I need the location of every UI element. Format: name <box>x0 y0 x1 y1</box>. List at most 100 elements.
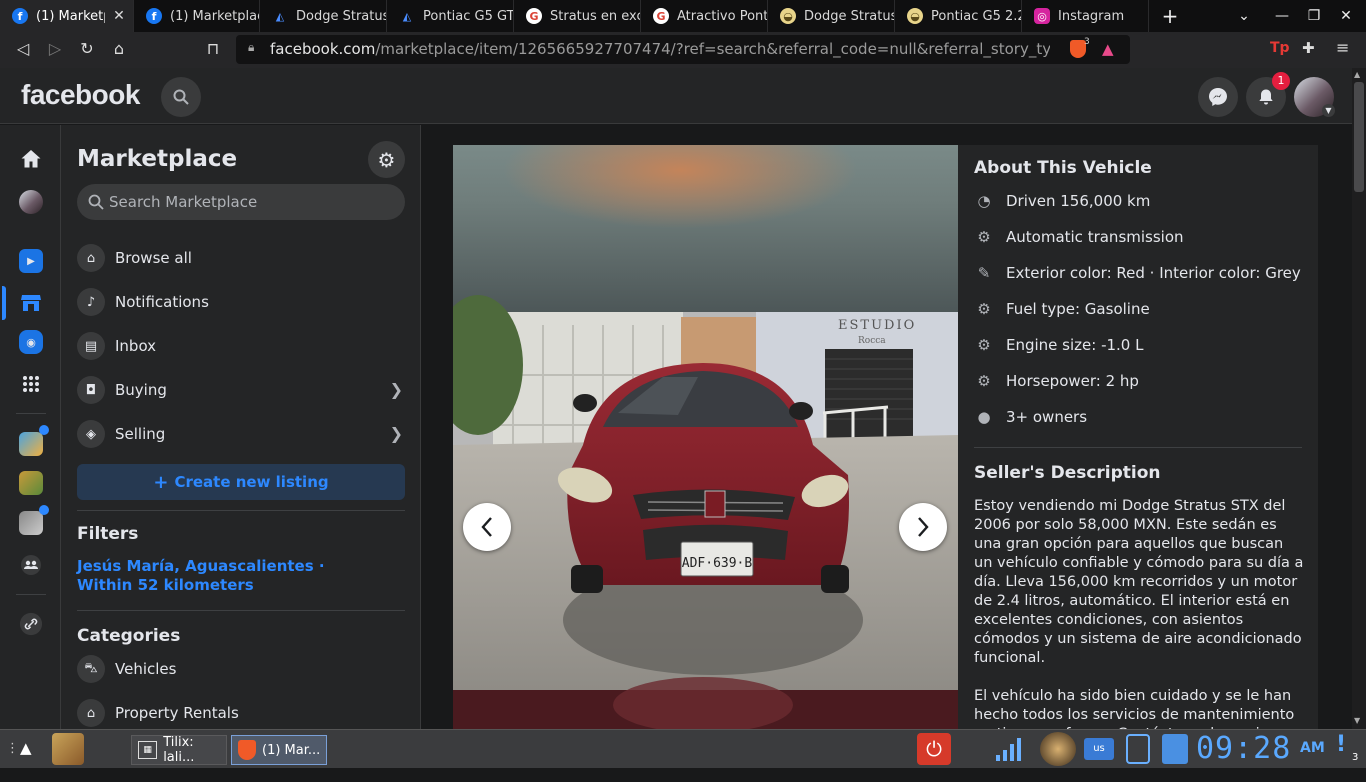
bell-icon: ♪ <box>77 288 105 316</box>
unread-dot <box>39 425 49 435</box>
listing-photo: ESTUDIO Rocca ADF·639·B <box>453 145 958 729</box>
category-label: Vehicles <box>115 660 177 678</box>
keyboard-layout-icon[interactable]: us <box>1084 738 1114 760</box>
engine-icon: ⚙ <box>977 336 991 354</box>
new-tab-button[interactable]: + <box>1160 6 1180 26</box>
building-sign-subtext: Rocca <box>858 336 886 346</box>
start-menu-button[interactable]: ▲ <box>20 739 32 757</box>
groups-icon[interactable] <box>19 553 43 577</box>
create-listing-label: Create new listing <box>174 473 329 491</box>
extension-tp-icon[interactable]: Tp <box>1270 40 1290 56</box>
nav-selling[interactable]: ◈ Selling ❯ <box>77 416 407 452</box>
nav-inbox[interactable]: ▤ Inbox <box>77 328 407 364</box>
maximize-window-button[interactable]: ❐ <box>1304 6 1324 26</box>
nav-label: Buying <box>115 381 167 399</box>
tag-icon: ◈ <box>77 420 105 448</box>
description-paragraph: Estoy vendiendo mi Dodge Stratus STX del… <box>974 498 1304 666</box>
file-manager-icon[interactable] <box>1162 734 1188 764</box>
create-new-listing-button[interactable]: + Create new listing <box>77 464 405 500</box>
group-shortcut-icon-1[interactable] <box>19 432 43 456</box>
engine-icon: ⚙ <box>977 228 991 246</box>
divider <box>974 447 1302 448</box>
spec-horsepower: ⚙ Horsepower: 2 hp <box>974 369 1139 393</box>
reload-button[interactable]: ↻ <box>76 38 98 60</box>
category-vehicles[interactable]: ⛍ Vehicles <box>77 651 407 687</box>
notification-exclamation-icon[interactable]: ! <box>1336 732 1346 757</box>
nav-browse-all[interactable]: ⌂ Browse all <box>77 240 407 276</box>
link-icon[interactable] <box>19 612 43 636</box>
task-brave-marketplace[interactable]: (1) Mar... <box>231 735 327 765</box>
clipboard-icon[interactable] <box>1126 734 1150 764</box>
minimize-window-button[interactable]: — <box>1272 6 1292 26</box>
scroll-down-arrow[interactable]: ▼ <box>1354 716 1360 725</box>
tab-dodge-stratus[interactable]: ◭ Dodge Stratus <box>260 0 387 32</box>
close-tab-icon[interactable]: ✕ <box>111 8 127 24</box>
group-shortcut-icon-3[interactable] <box>19 511 43 535</box>
task-tilix[interactable]: ▦ Tilix: lali... <box>131 735 227 765</box>
home-icon[interactable] <box>19 147 43 171</box>
chart-icon: ◭ <box>275 9 285 23</box>
profile-avatar-small[interactable] <box>19 190 43 214</box>
brave-rewards-icon[interactable]: ▲ <box>1102 40 1114 58</box>
left-rail <box>0 125 61 729</box>
volume-knob-icon[interactable] <box>1040 732 1076 766</box>
search-button[interactable] <box>161 77 201 117</box>
close-window-button[interactable]: ✕ <box>1336 6 1356 26</box>
nav-buying[interactable]: ◘ Buying ❯ <box>77 372 407 408</box>
tab-dodge-stratus-2[interactable]: ◒ Dodge Stratus <box>768 0 895 32</box>
scrollbar-thumb[interactable] <box>1354 82 1364 192</box>
tab-instagram[interactable]: ◎ Instagram <box>1022 0 1149 32</box>
tab-search-dropdown-icon[interactable]: ⌄ <box>1234 6 1254 26</box>
tab-stratus-excelente[interactable]: G Stratus en exce <box>514 0 641 32</box>
about-vehicle-heading: About This Vehicle <box>974 158 1152 178</box>
url-text[interactable]: facebook.com/marketplace/item/1265665927… <box>270 39 1050 59</box>
chevron-right-icon: ❯ <box>389 424 403 443</box>
facebook-logo[interactable]: facebook <box>21 79 140 111</box>
menu-grid-icon[interactable] <box>19 372 43 396</box>
previous-photo-button[interactable] <box>463 503 511 551</box>
filters-heading: Filters <box>77 524 139 544</box>
group-shortcut-icon-2[interactable] <box>19 471 43 495</box>
network-signal-icon[interactable] <box>994 735 1024 763</box>
next-photo-button[interactable] <box>899 503 947 551</box>
bookmark-icon[interactable]: ⊓ <box>202 38 224 60</box>
car-photo: ESTUDIO Rocca ADF·639·B <box>453 145 958 729</box>
tab-marketplace-active[interactable]: f (1) Marketplace ✕ <box>0 0 134 32</box>
nav-notifications[interactable]: ♪ Notifications <box>77 284 407 320</box>
account-chevron-icon[interactable]: ▼ <box>1322 104 1335 117</box>
gaming-icon[interactable]: ◉ <box>19 330 43 354</box>
scroll-up-arrow[interactable]: ▲ <box>1354 70 1360 79</box>
marketplace-icon[interactable] <box>19 291 43 315</box>
tab-pontiac-g5-22[interactable]: ◒ Pontiac G5 2.2 <box>895 0 1022 32</box>
back-button[interactable]: ◁ <box>12 38 34 60</box>
location-filter-link[interactable]: Jesús María, Aguascalientes · Within 52 … <box>77 557 377 595</box>
chart-icon: ◭ <box>402 9 412 23</box>
facebook-icon: f <box>12 8 28 24</box>
extensions-puzzle-icon[interactable]: ✚ <box>1302 39 1315 57</box>
divider <box>77 510 405 511</box>
spec-fuel: ⚙ Fuel type: Gasoline <box>974 297 1149 321</box>
person-icon: ● <box>977 408 991 426</box>
tab-marketplace[interactable]: f (1) Marketplace <box>134 0 260 32</box>
power-button[interactable]: ⏻ <box>917 733 951 765</box>
watch-icon[interactable]: ▶ <box>19 249 43 273</box>
home-button[interactable]: ⌂ <box>108 38 130 60</box>
search-marketplace-input[interactable]: Search Marketplace <box>77 184 405 220</box>
browser-menu-icon[interactable]: ≡ <box>1336 38 1349 57</box>
facebook-header <box>0 68 1352 124</box>
messenger-button[interactable] <box>1198 77 1238 117</box>
google-icon: G <box>653 8 669 24</box>
category-property-rentals[interactable]: ⌂ Property Rentals <box>77 695 407 731</box>
tab-pontiac-g5-gt[interactable]: ◭ Pontiac G5 GT <box>387 0 514 32</box>
terminal-icon: ▦ <box>138 741 158 759</box>
spec-engine-size: ⚙ Engine size: -1.0 L <box>974 333 1143 357</box>
facebook-icon: f <box>146 8 162 24</box>
clock-time: 09:28 <box>1196 731 1292 766</box>
tab-atractivo-pontiac[interactable]: G Atractivo Ponti <box>641 0 768 32</box>
app-launcher-icon[interactable] <box>52 733 84 765</box>
forward-button[interactable]: ▷ <box>44 38 66 60</box>
spec-text: Driven 156,000 km <box>1006 192 1151 210</box>
settings-button[interactable]: ⚙ <box>368 141 405 178</box>
search-icon <box>88 194 104 210</box>
spec-text: Automatic transmission <box>1006 228 1184 246</box>
